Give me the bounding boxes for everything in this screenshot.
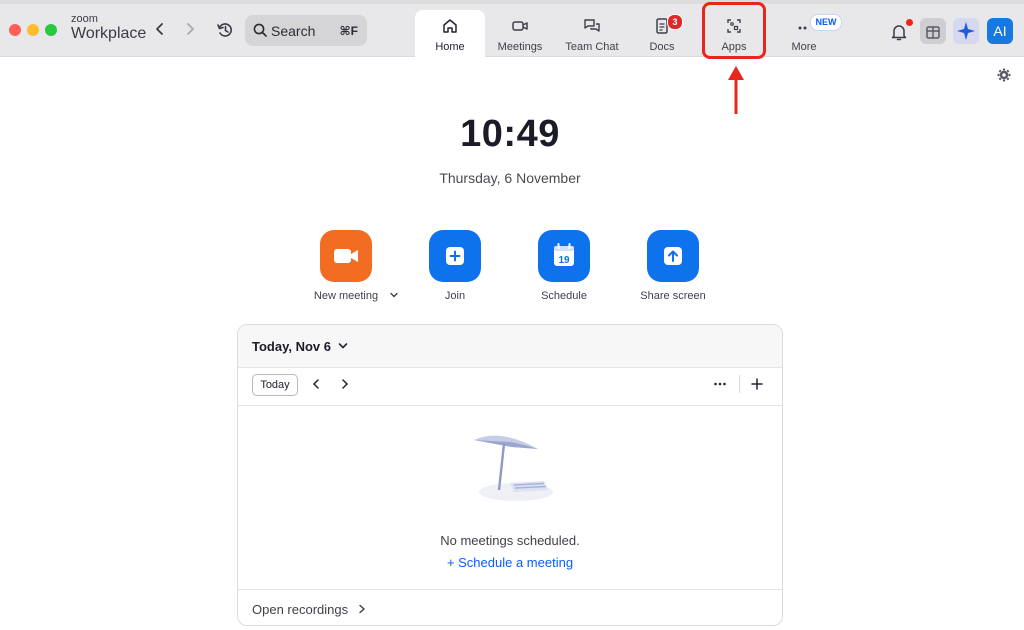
toolbar-divider	[739, 375, 740, 393]
share-arrow-icon	[664, 247, 682, 265]
action-label: New meeting	[313, 290, 379, 302]
home-icon	[443, 19, 457, 33]
action-label: Schedule	[541, 290, 587, 302]
card-toolbar: Today	[238, 367, 782, 406]
brand-zoom-text: zoom	[71, 13, 98, 25]
calendar-day-number: 19	[558, 255, 570, 266]
back-button[interactable]	[150, 19, 170, 39]
add-icon[interactable]	[749, 376, 765, 392]
action-label: Join	[444, 290, 466, 302]
search-label: Search	[271, 23, 316, 39]
video-camera-icon	[512, 21, 528, 31]
apps-highlight-box	[702, 2, 766, 59]
card-date-title[interactable]: Today, Nov 6	[252, 339, 331, 354]
tab-docs[interactable]: 3 Docs	[627, 10, 697, 58]
plus-icon	[446, 247, 464, 265]
today-button[interactable]: Today	[252, 374, 298, 396]
chevron-right-icon[interactable]	[337, 376, 353, 392]
join-button[interactable]: Join	[405, 230, 505, 302]
schedule-meeting-link[interactable]: + Schedule a meeting	[238, 555, 782, 570]
notifications-bell-icon[interactable]	[889, 22, 909, 42]
beach-umbrella-illustration	[474, 435, 553, 501]
new-badge: NEW	[810, 14, 842, 31]
tab-label: Docs	[649, 41, 675, 53]
tab-label: Team Chat	[565, 41, 619, 53]
chat-bubbles-icon	[584, 19, 600, 32]
share-screen-tile[interactable]	[647, 230, 699, 282]
open-recordings-row[interactable]: Open recordings	[238, 589, 782, 625]
chevron-right-icon	[187, 23, 194, 35]
clock-time: 10:49	[460, 113, 560, 155]
app-logo: zoom Workplace	[71, 14, 146, 42]
whats-new-button[interactable]	[920, 18, 946, 44]
more-options-icon[interactable]	[712, 376, 728, 392]
calendar-icon: 19	[554, 243, 574, 266]
schedule-button[interactable]: 19 Schedule	[514, 230, 614, 302]
share-screen-button[interactable]: Share screen	[623, 230, 723, 302]
title-bar: zoom Workplace Search ⌘F Home Meetings T…	[0, 4, 1024, 61]
open-recordings-link[interactable]: Open recordings	[252, 602, 348, 617]
chevron-right-icon	[359, 604, 366, 614]
tab-home[interactable]: Home	[415, 10, 485, 61]
chevron-down-icon[interactable]	[389, 290, 399, 300]
tab-label: More	[791, 41, 817, 53]
chevron-down-icon[interactable]	[338, 342, 348, 350]
tab-label: Home	[435, 41, 465, 53]
new-meeting-button[interactable]: New meeting	[296, 230, 396, 302]
search-bar[interactable]: Search ⌘F	[245, 15, 367, 46]
chevron-left-icon[interactable]	[308, 376, 324, 392]
settings-gear-icon[interactable]	[996, 67, 1012, 83]
search-shortcut: ⌘F	[339, 24, 358, 38]
notification-dot	[906, 19, 913, 26]
ai-companion-button[interactable]	[953, 18, 979, 44]
clock-date: Thursday, 6 November	[439, 170, 581, 186]
card-header[interactable]: Today, Nov 6	[238, 325, 782, 368]
video-camera-icon	[334, 249, 358, 263]
forward-button[interactable]	[180, 19, 200, 39]
tab-label: Meetings	[497, 41, 543, 53]
sparkle-icon	[957, 22, 975, 40]
search-icon	[253, 23, 267, 37]
minimize-window-button[interactable]	[27, 24, 39, 36]
chevron-left-icon	[156, 23, 163, 35]
schedule-tile[interactable]: 19	[538, 230, 590, 282]
empty-state-text: No meetings scheduled.	[440, 533, 580, 548]
history-clock-icon	[217, 23, 232, 37]
gift-icon	[926, 26, 940, 39]
new-meeting-tile[interactable]	[320, 230, 372, 282]
docs-notification-badge: 3	[667, 14, 683, 30]
history-button[interactable]	[215, 20, 235, 40]
maximize-window-button[interactable]	[45, 24, 57, 36]
arrow-up-annotation-icon	[728, 66, 744, 114]
join-tile[interactable]	[429, 230, 481, 282]
close-window-button[interactable]	[9, 24, 21, 36]
tab-team-chat[interactable]: Team Chat	[557, 10, 627, 58]
action-label: Share screen	[640, 290, 706, 302]
avatar[interactable]: AI	[987, 18, 1013, 44]
meetings-card: Today, Nov 6 Today No meetings scheduled…	[237, 324, 783, 626]
brand-workplace-text: Workplace	[71, 25, 147, 42]
tab-meetings[interactable]: Meetings	[485, 10, 555, 58]
